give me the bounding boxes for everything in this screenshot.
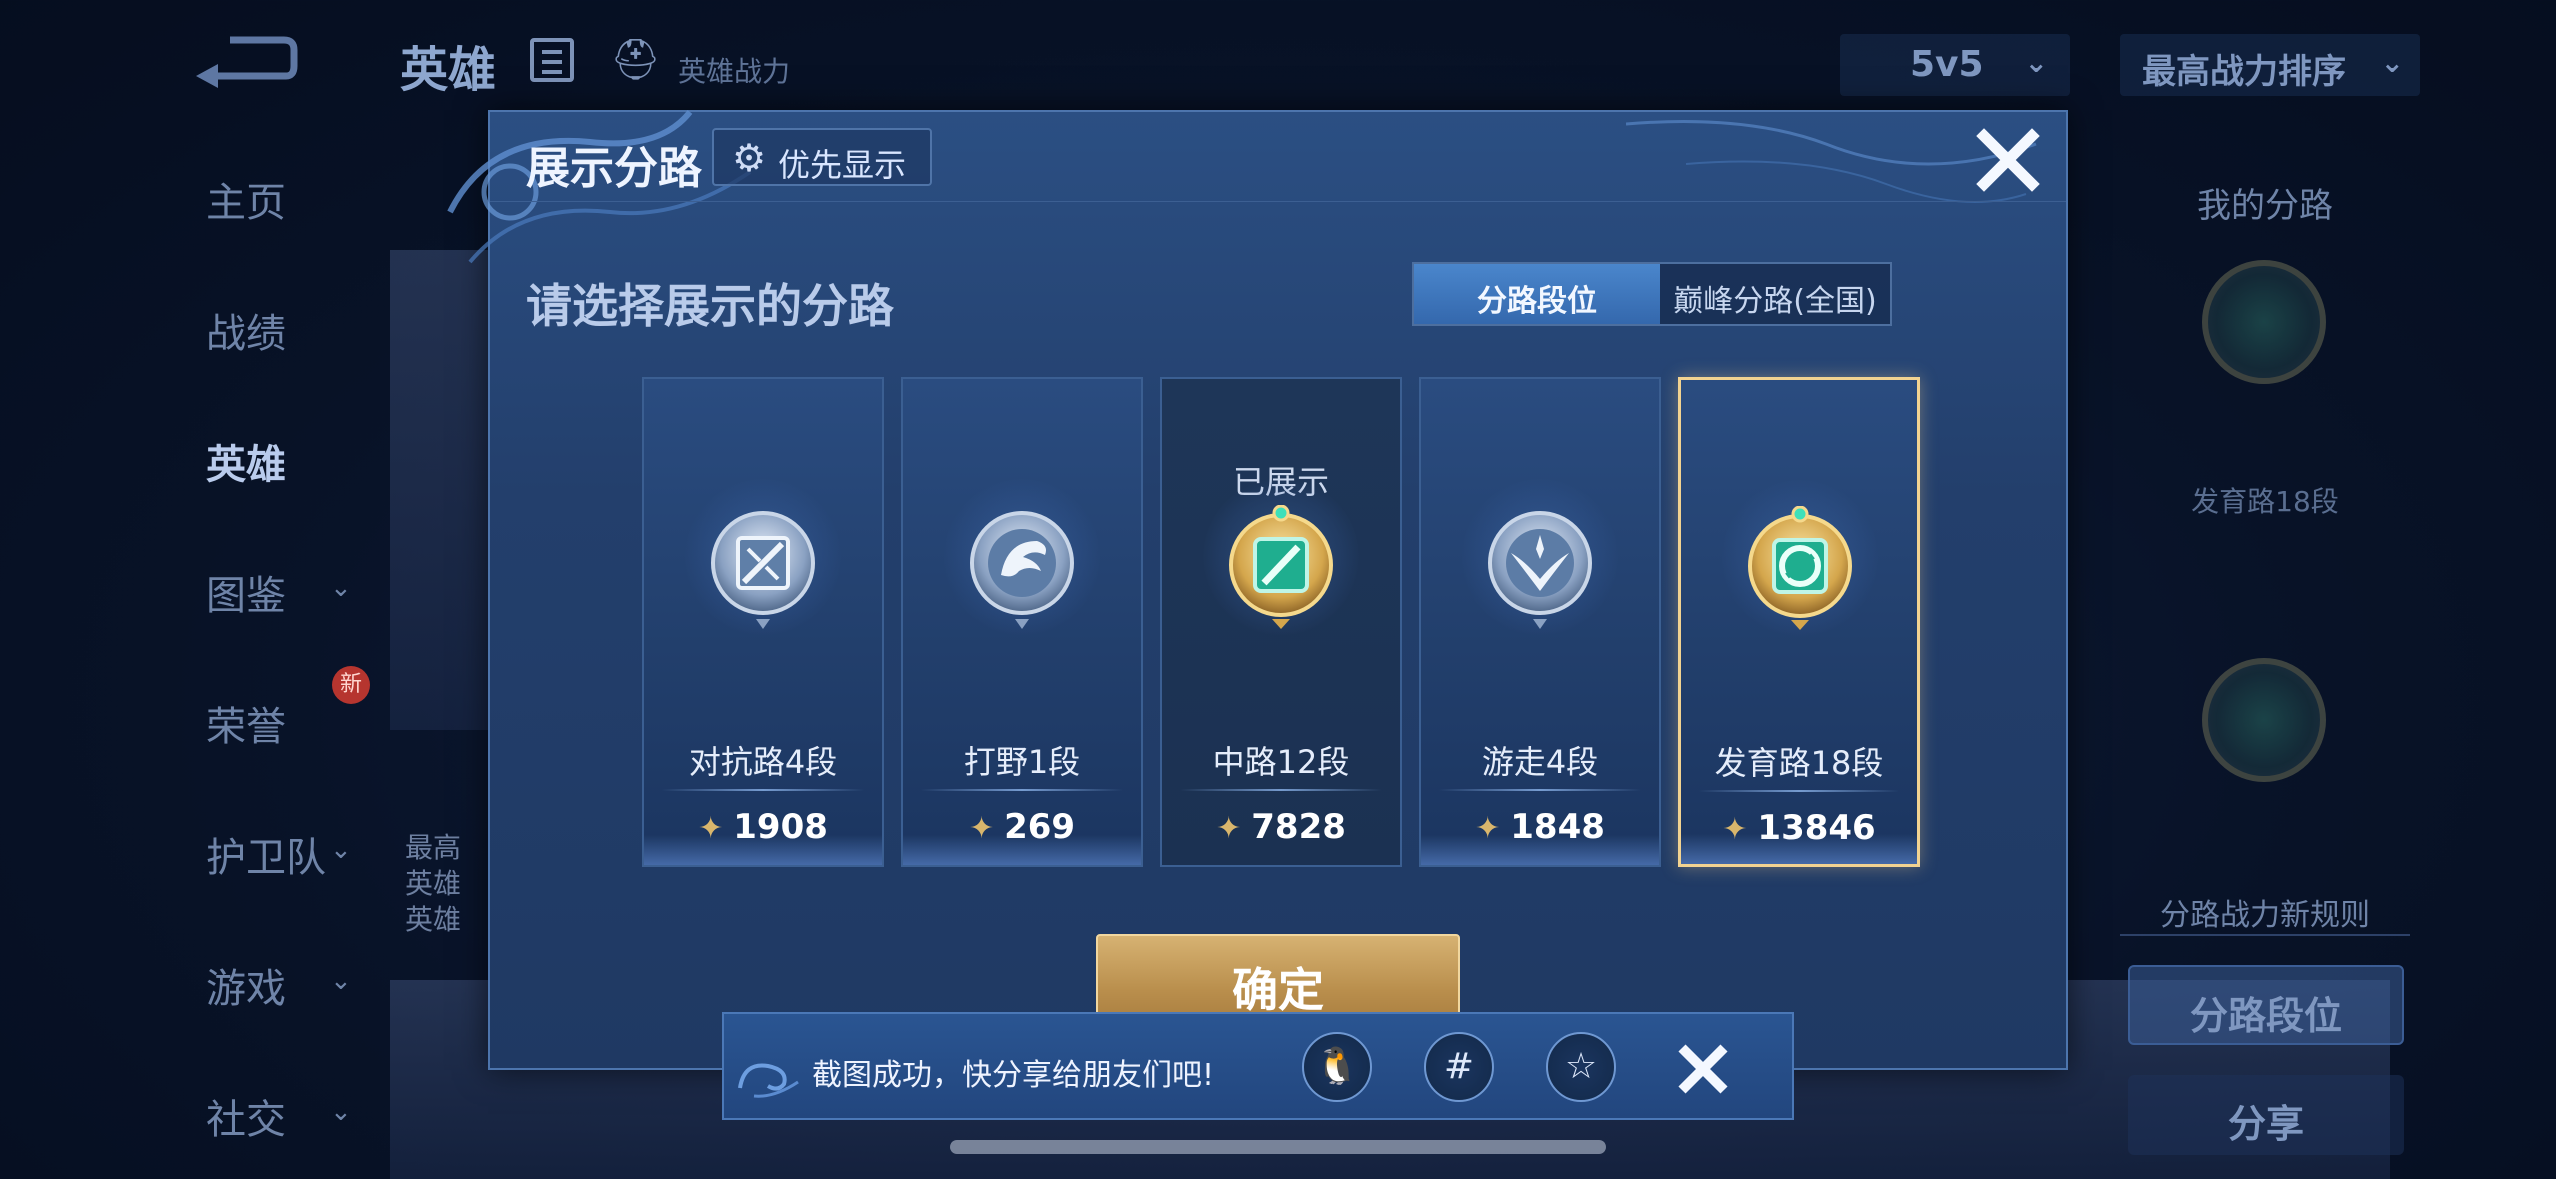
power-icon: ✦ [1216,811,1242,846]
mid-lane-emblem-icon [1229,505,1333,629]
priority-display-label: 优先显示 [778,146,907,184]
nav-item-gallery[interactable]: 图鉴 ⌄ [150,543,390,674]
chevron-down-icon: ⌄ [2380,46,2404,79]
cloud-swirl-icon [738,1063,799,1098]
nav-item-heroes[interactable]: 英雄 [150,412,390,543]
nav-item-home[interactable]: 主页 [150,150,390,281]
roam-emblem-icon [1488,511,1592,629]
select-lane-prompt: 请选择展示的分路 [526,279,894,333]
card-glow [1421,835,1659,865]
lane-card-jungle[interactable]: 打野1段 ✦ 269 [901,377,1143,867]
nav-item-label: 英雄 [206,442,286,488]
lane-name: 对抗路4段 [688,743,838,781]
tab-lane-rank[interactable]: 分路段位 [1414,264,1660,324]
divider [1439,789,1641,791]
hero-card-text: 最高 [405,831,462,864]
sort-select-value: 最高战力排序 [2142,52,2346,92]
priority-display-button[interactable]: ⚙ 优先显示 [712,128,932,186]
jungle-emblem-icon [970,511,1074,629]
nav-item-social[interactable]: 社交 ⌄ [150,1067,390,1179]
nav-item-label: 游戏 [206,966,286,1012]
list-icon[interactable] [530,38,574,82]
modal-title: 展示分路 [526,143,702,194]
lane-name: 游走4段 [1481,743,1599,781]
hero-helmet-icon: ⛑ [610,37,661,83]
left-nav: 主页 战绩 英雄 图鉴 ⌄ 荣誉 新 护卫队 ⌄ 游戏 ⌄ 社交 ⌄ [150,150,390,1179]
lane-power-value: 7828 [1251,807,1346,847]
qzone-icon[interactable]: ☆ [1546,1032,1616,1102]
back-button[interactable] [190,30,300,90]
hero-card-text: 英雄 [405,903,462,936]
nav-item-label: 主页 [206,180,286,226]
lane-name: 打野1段 [963,743,1081,781]
wechat-moments-icon[interactable]: # [1424,1032,1494,1102]
share-toast: 截图成功，快分享给朋友们吧! 🐧 # ☆ [722,1012,1794,1120]
nav-item-records[interactable]: 战绩 [150,281,390,412]
back-arrow-icon [196,36,298,88]
chevron-down-icon: ⌄ [330,966,352,996]
nav-item-label: 社交 [206,1097,286,1143]
farm-lane-badge-icon [2202,260,2326,384]
hero-card-text: 英雄 [405,867,462,900]
divider [1180,789,1382,791]
nav-item-guard-team[interactable]: 护卫队 ⌄ [150,805,390,936]
sort-select[interactable]: 最高战力排序 ⌄ [2120,34,2420,96]
farm-lane-emblem-icon [1748,506,1852,630]
new-badge: 新 [332,666,370,704]
card-glow [644,835,882,865]
close-icon [1976,128,2040,192]
lane-card-farm[interactable]: 发育路18段 ✦ 13846 [1678,377,1920,867]
nav-item-label: 图鉴 [206,573,286,619]
my-lane-title: 我的分路 [2197,186,2333,226]
nav-item-label: 护卫队 [206,835,326,881]
home-indicator[interactable] [950,1140,1606,1154]
lane-rank-button[interactable]: 分路段位 [2128,965,2404,1045]
tab-peak-lane[interactable]: 巅峰分路(全国) [1660,264,1890,324]
gear-icon: ⚙ [732,136,767,180]
lane-name: 中路12段 [1212,743,1350,781]
toast-close-button[interactable] [1672,1038,1734,1100]
mode-select[interactable]: 5v5 ⌄ [1840,34,2070,96]
card-glow [903,835,1141,865]
divider [921,789,1123,791]
display-lane-modal: 展示分路 ⚙ 优先显示 请选择展示的分路 分路段位 巅峰分路(全国) 对抗路4段… [447,110,2068,1070]
lane-card-mid[interactable]: 已展示 中路12段 ✦7828 [1160,377,1402,867]
chevron-down-icon: ⌄ [2024,46,2048,79]
chevron-down-icon: ⌄ [330,1097,352,1127]
share-toast-message: 截图成功，快分享给朋友们吧! [812,1058,1215,1093]
page-subtitle: 英雄战力 [678,55,791,88]
nav-item-label: 荣誉 [206,704,286,750]
page-title: 英雄 [400,42,497,98]
lane-card-roam[interactable]: 游走4段 ✦ 1848 [1419,377,1661,867]
nav-item-honor[interactable]: 荣誉 新 [150,666,390,805]
lane-tabs: 分路段位 巅峰分路(全国) [1412,262,1892,326]
lane-name: 发育路18段 [1714,744,1884,782]
qq-icon[interactable]: 🐧 [1302,1032,1372,1102]
modal-header: 展示分路 ⚙ 优先显示 [490,112,2066,202]
mode-select-value: 5v5 [1910,44,1984,85]
divider [662,789,864,791]
nav-item-games[interactable]: 游戏 ⌄ [150,936,390,1067]
clash-lane-emblem-icon [711,511,815,629]
chevron-down-icon: ⌄ [330,573,352,603]
nav-item-label: 战绩 [206,311,286,357]
close-button[interactable] [1970,122,2046,198]
share-button[interactable]: 分享 [2128,1075,2404,1155]
card-glow [1681,834,1917,864]
close-icon [1678,1044,1728,1094]
lane-rules-link[interactable]: 分路战力新规则 [2120,880,2410,936]
mid-lane-badge-icon [2202,658,2326,782]
chevron-down-icon: ⌄ [330,835,352,865]
hero-card-image [390,250,490,730]
lane-card-clash[interactable]: 对抗路4段 ✦ 1908 [642,377,884,867]
lane-power: ✦ 7828 [1162,807,1400,847]
my-lane-label: 发育路18段 [2191,485,2339,518]
divider [1699,790,1899,792]
